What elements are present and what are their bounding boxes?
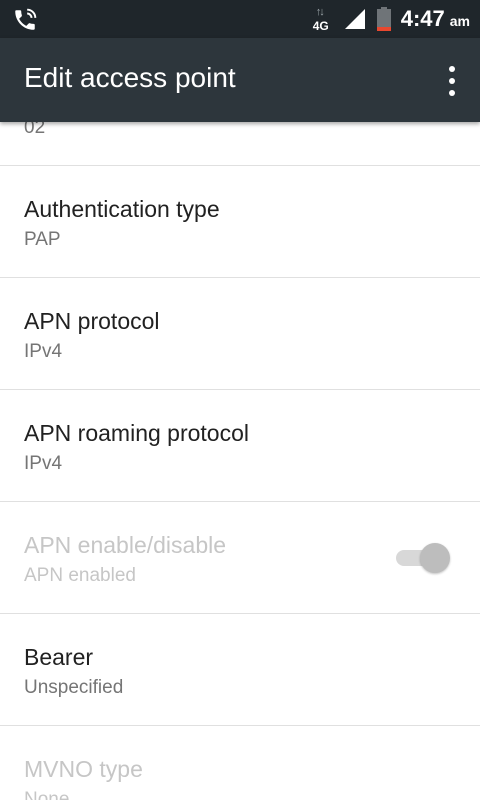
list-item-title: Authentication type [24,196,220,222]
list-item-bearer[interactable]: Bearer Unspecified [0,614,480,726]
more-vert-icon[interactable] [442,64,462,98]
toggle-thumb [420,543,450,573]
list-item-summary: None [24,789,70,800]
status-time: 4:47 [400,6,445,31]
data-arrows-icon: ↑↓ 4G [312,6,329,33]
list-item-summary: 02 [24,122,46,138]
signal-icon [344,9,365,29]
list-item-apn-enable-disable: APN enable/disable APN enabled [0,502,480,614]
list-item-apn-protocol[interactable]: APN protocol IPv4 [0,278,480,390]
list-item-title: MVNO type [24,756,143,782]
list-item-title: Bearer [24,644,94,670]
status-ampm: am [449,13,470,29]
phone-call-icon [15,8,37,30]
list-item-title: APN roaming protocol [24,420,249,446]
list-item-summary: APN enabled [24,565,136,586]
battery-low-icon [376,7,391,31]
page-title: Edit access point [24,62,236,93]
battery-level [376,27,391,31]
list-item-summary: PAP [24,229,61,250]
list-item-apn-roaming-protocol[interactable]: APN roaming protocol IPv4 [0,390,480,502]
status-bar: ↑↓ 4G 4:47 am [0,0,480,38]
list-item-summary: IPv4 [24,341,63,362]
list-item-authentication-type[interactable]: Authentication type PAP [0,166,480,278]
preference-list: 02 Authentication type PAP APN protocol … [0,122,480,800]
list-item-title: APN enable/disable [24,532,227,558]
list-item-partial[interactable]: 02 [0,122,480,166]
list-item-title: APN protocol [24,308,160,334]
app-bar: Edit access point [0,38,480,122]
list-item-summary: IPv4 [24,453,63,474]
network-type-label: 4G [312,19,329,33]
apn-enable-toggle [396,542,450,573]
list-item-mvno-type: MVNO type None [0,726,480,800]
list-item-summary: Unspecified [24,677,124,698]
